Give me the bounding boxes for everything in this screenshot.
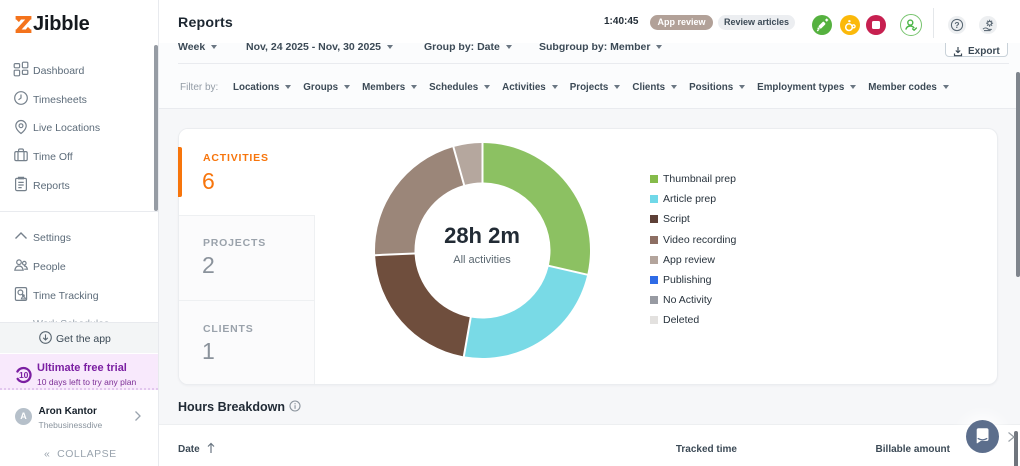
svg-text:?: ?	[954, 20, 959, 30]
svg-text:10: 10	[19, 370, 29, 380]
